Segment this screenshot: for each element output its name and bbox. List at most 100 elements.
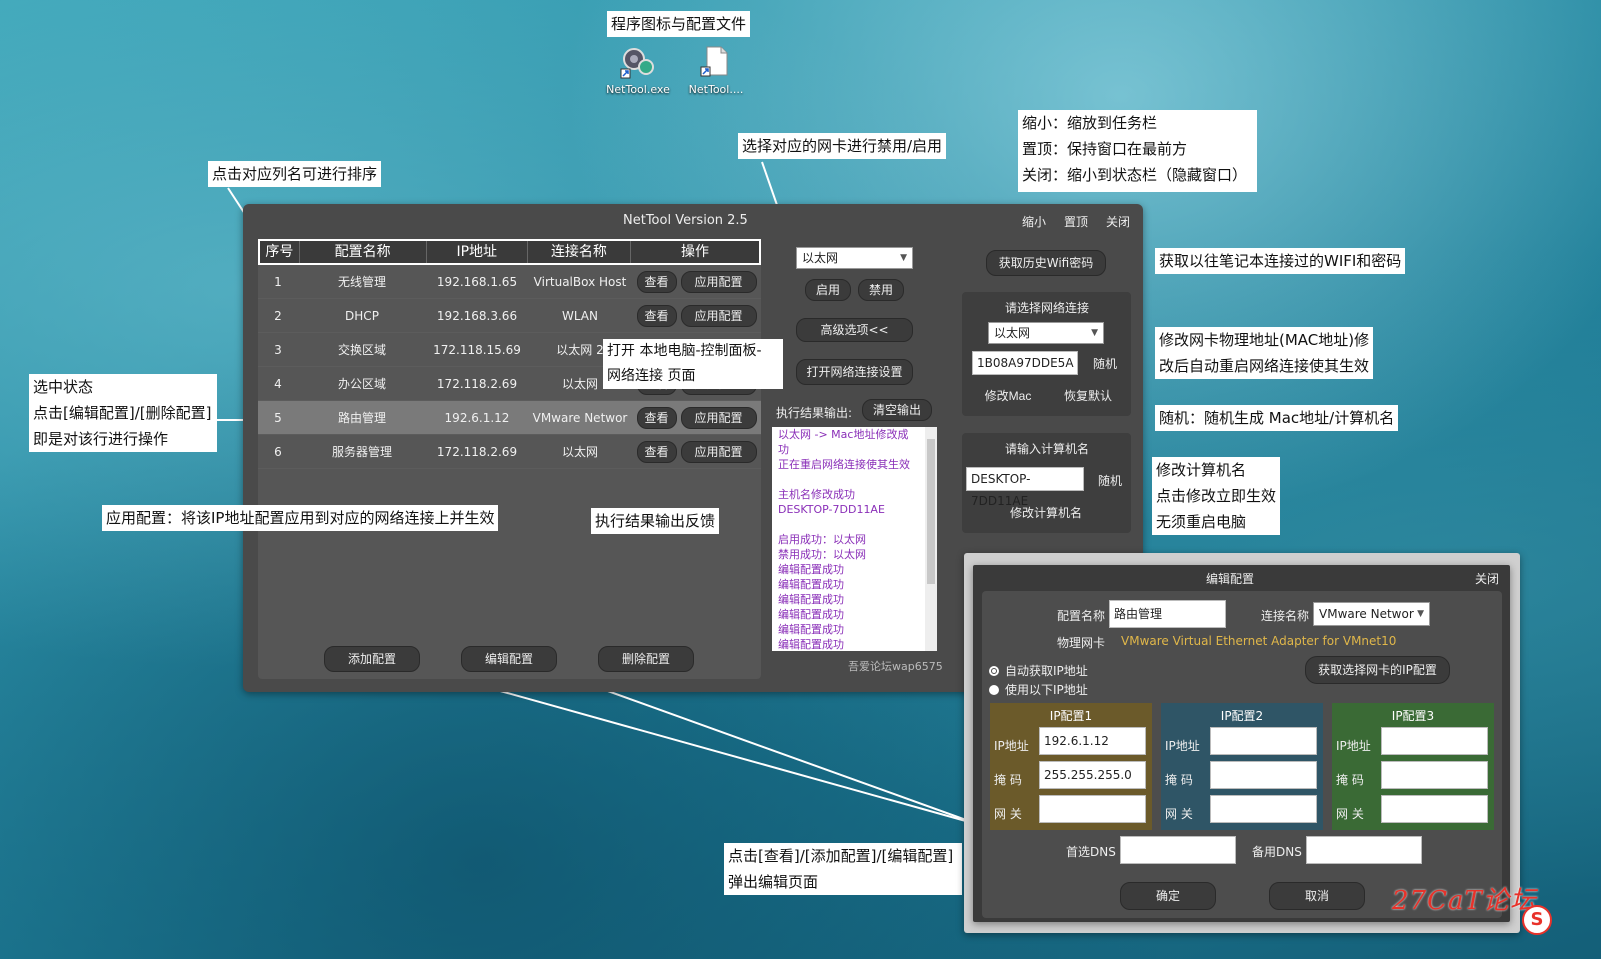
output-log[interactable]: 以太网 -> Mac地址修改成功正在重启网络连接使其生效 主机名修改成功 DESKT… [772, 427, 937, 651]
disable-nic-button[interactable]: 禁用 [858, 279, 904, 301]
primary-dns-input[interactable] [1120, 836, 1236, 864]
modify-mac-button[interactable]: 修改Mac [974, 385, 1042, 405]
hint-line: 打开 本地电脑-控制面板- [607, 343, 762, 359]
view-button[interactable]: 查看 [636, 406, 677, 429]
network-select[interactable]: 以太网 ▼ [988, 322, 1104, 344]
row-connection-name: 以太网 [561, 445, 598, 459]
row-ip-address: 172.118.2.69 [436, 376, 518, 391]
radio-unselected-icon [989, 684, 999, 695]
physical-nic-label: 物理网卡 [1057, 636, 1106, 650]
ip-config-1-ip-input[interactable]: 192.6.1.12 [1039, 727, 1146, 755]
ip-config-2-mask-input[interactable] [1210, 761, 1317, 789]
log-line: 以太网 -> Mac地址修改成 [778, 428, 909, 441]
hostname-input[interactable]: DESKTOP-7DD11AE [966, 467, 1084, 508]
hint-line: 选中状态 [33, 378, 94, 396]
close-button[interactable]: 关闭 [1101, 211, 1135, 231]
ip-label: IP地址 [1336, 739, 1371, 753]
apply-config-button[interactable]: 应用配置 [680, 304, 757, 327]
desktop-icons-label: 程序图标与配置文件 [607, 11, 751, 37]
config-file-icon [700, 46, 728, 77]
log-scrollbar[interactable] [925, 427, 937, 651]
hint-line: 改后自动重启网络连接使其生效 [1159, 357, 1370, 375]
log-line: 编辑配置成功 [778, 638, 844, 651]
get-nic-ip-button[interactable]: 获取选择网卡的IP配置 [1305, 656, 1450, 684]
ip-config-3-ip-input[interactable] [1381, 727, 1488, 755]
edit-config-button[interactable]: 编辑配置 [461, 646, 557, 672]
radio-auto-ip[interactable]: 自动获取IP地址 [989, 662, 1088, 679]
mac-hint-note: 修改网卡物理地址(MAC地址)修 改后自动重启网络连接使其生效 [1155, 327, 1374, 379]
ip-config-3-gateway-input[interactable] [1381, 795, 1488, 823]
table-row[interactable]: 6 服务器管理 172.118.2.69 以太网 查看 应用配置 [258, 435, 761, 469]
confirm-button[interactable]: 确定 [1120, 882, 1216, 910]
hint-line: 点击修改立即生效 [1156, 487, 1277, 505]
network-select-value: 以太网 [994, 326, 1031, 340]
edit-dialog-close-button[interactable]: 关闭 [1468, 568, 1506, 588]
enable-nic-button[interactable]: 启用 [805, 279, 851, 301]
column-header-connection[interactable]: 连接名称 [528, 241, 632, 263]
mask-label: 掩 码 [1165, 773, 1193, 787]
mac-address-input[interactable]: 1B08A97DDE5A [972, 351, 1078, 375]
table-row[interactable]: 5 路由管理 192.6.1.12 VMware Networ 查看 应用配置 [258, 401, 761, 435]
gateway-label: 网 关 [1165, 807, 1193, 821]
wifi-history-button[interactable]: 获取历史Wifi密码 [986, 250, 1106, 276]
view-button[interactable]: 查看 [636, 270, 677, 293]
restore-default-button[interactable]: 恢复默认 [1054, 385, 1122, 405]
ip-config-2-ip-input[interactable] [1210, 727, 1317, 755]
ip-config-3-box: IP配置3 IP地址 掩 码 网 关 [1332, 703, 1494, 830]
pin-top-button[interactable]: 置顶 [1059, 211, 1093, 231]
ip-config-1-box: IP配置1 IP地址 192.6.1.12 掩 码 255.255.255.0 … [990, 703, 1152, 830]
log-line: 编辑配置成功 [778, 623, 844, 636]
view-button[interactable]: 查看 [636, 304, 677, 327]
column-header-ip[interactable]: IP地址 [427, 241, 528, 263]
apply-config-button[interactable]: 应用配置 [680, 440, 757, 463]
cancel-button[interactable]: 取消 [1269, 882, 1365, 910]
nettool-exe-shortcut[interactable]: NetTool.exe [603, 45, 673, 96]
ip-config-1-gateway-input[interactable] [1039, 795, 1146, 823]
apply-config-button[interactable]: 应用配置 [680, 270, 757, 293]
delete-config-button[interactable]: 删除配置 [598, 646, 694, 672]
minimize-button[interactable]: 缩小 [1017, 211, 1051, 231]
column-header-name[interactable]: 配置名称 [300, 241, 427, 263]
open-network-settings-button[interactable]: 打开网络连接设置 [796, 359, 913, 385]
random-mac-button[interactable]: 随机 [1085, 353, 1125, 373]
row-actions: 查看应用配置 [632, 304, 761, 327]
log-line: 正在重启网络连接使其生效 [778, 458, 910, 471]
row-config-name: 办公区域 [337, 377, 386, 391]
gateway-label: 网 关 [1336, 807, 1364, 821]
column-header-action[interactable]: 操作 [631, 241, 759, 263]
row-actions: 查看应用配置 [632, 270, 761, 293]
chevron-down-icon: ▼ [1091, 328, 1098, 338]
ip-config-1-mask-input[interactable]: 255.255.255.0 [1039, 761, 1146, 789]
nic-select[interactable]: 以太网 ▼ [796, 247, 913, 269]
apply-config-button[interactable]: 应用配置 [680, 406, 757, 429]
row-connection-name: VMware Networ [532, 410, 628, 425]
radio-manual-ip[interactable]: 使用以下IP地址 [989, 681, 1088, 698]
column-header-no[interactable]: 序号 [260, 241, 300, 263]
advanced-options-button[interactable]: 高级选项<< [796, 318, 913, 342]
clear-output-button[interactable]: 清空输出 [862, 399, 932, 421]
secondary-dns-input[interactable] [1306, 836, 1422, 864]
ip-config-3-mask-input[interactable] [1381, 761, 1488, 789]
row-number: 3 [274, 342, 282, 357]
config-name-input[interactable]: 路由管理 [1109, 600, 1226, 628]
connection-name-select[interactable]: VMware Networ ▼ [1313, 602, 1430, 626]
table-row[interactable]: 2 DHCP 192.168.3.66 WLAN 查看 应用配置 [258, 299, 761, 333]
hint-line: 点击[编辑配置]/[删除配置] [33, 404, 212, 422]
popup-hint-note: 点击[查看]/[添加配置]/[编辑配置] 弹出编辑页面 [724, 843, 962, 895]
random-hostname-button[interactable]: 随机 [1090, 470, 1130, 490]
row-config-name: 交换区域 [337, 343, 386, 357]
log-line: 编辑配置成功 [778, 593, 844, 606]
add-config-button[interactable]: 添加配置 [324, 646, 420, 672]
nettool-config-shortcut[interactable]: NetTool.... [681, 45, 751, 96]
hint-line: 置顶：保持窗口在最前方 [1022, 140, 1188, 158]
log-scrollbar-thumb[interactable] [927, 439, 935, 584]
watermark: 27CaT论坛 [1392, 886, 1537, 916]
output-label: 执行结果输出: [776, 406, 853, 420]
table-header: 序号 配置名称 IP地址 连接名称 操作 [258, 239, 761, 265]
modify-hostname-button[interactable]: 修改计算机名 [1000, 502, 1092, 522]
open-settings-hint-note: 打开 本地电脑-控制面板- 网络连接 页面 [603, 339, 783, 389]
ip-config-2-gateway-input[interactable] [1210, 795, 1317, 823]
view-button[interactable]: 查看 [636, 440, 677, 463]
table-row[interactable]: 1 无线管理 192.168.1.65 VirtualBox Host 查看 应用配置 [258, 265, 761, 299]
window-title: NetTool Version 2.5 [623, 213, 748, 228]
